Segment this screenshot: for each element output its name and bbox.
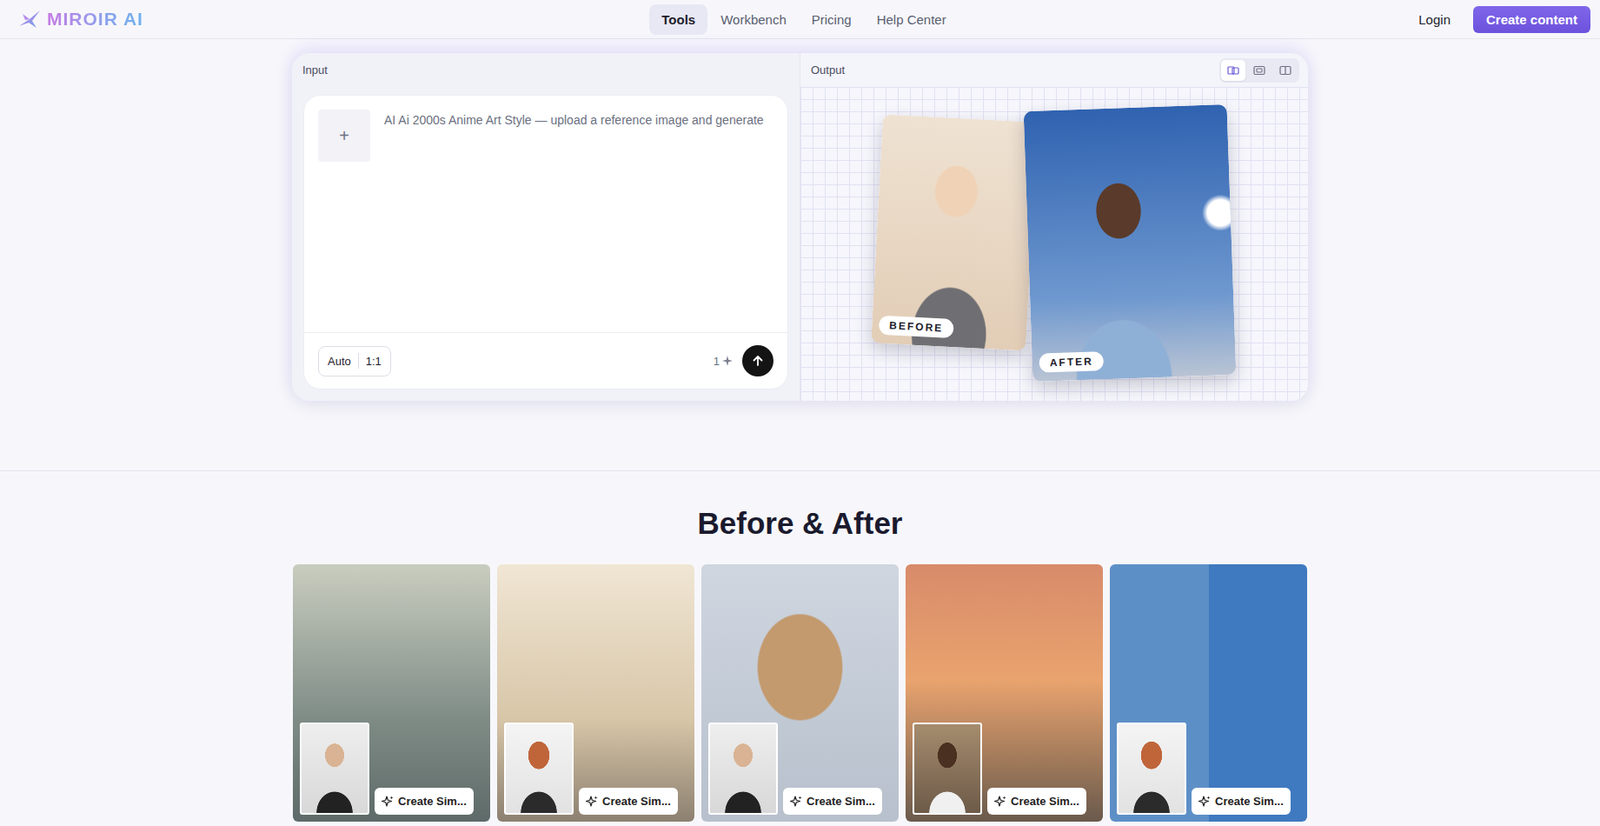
credit-count: 1 <box>713 354 720 368</box>
sparkle-icon <box>1198 795 1211 808</box>
sparkle-icon <box>585 795 598 808</box>
nav-item[interactable]: Help Center <box>864 4 959 35</box>
nav-item[interactable]: Tools <box>649 4 708 35</box>
side-by-side-icon <box>1279 65 1292 76</box>
nav-item[interactable]: Workbench <box>708 4 799 35</box>
gallery-section: Before & AfterCreate Sim...Create Sim...… <box>0 471 1600 822</box>
view-toggle <box>1219 58 1300 83</box>
gallery-card[interactable]: Create Sim... <box>1109 564 1308 822</box>
output-title: Output <box>810 63 845 77</box>
before-photo: BEFORE <box>870 114 1038 352</box>
ratio-option: 1:1 <box>365 354 382 368</box>
bird-logo-icon <box>17 8 42 30</box>
source-photo <box>708 722 778 815</box>
output-header: Output <box>800 53 1308 87</box>
create-similar-button[interactable]: Create Sim... <box>578 787 678 815</box>
logo-text: MIROIR AI <box>46 8 144 30</box>
create-similar-button[interactable]: Create Sim... <box>374 787 474 815</box>
view-option[interactable] <box>1273 59 1298 81</box>
view-option[interactable] <box>1247 59 1272 81</box>
input-panel: Input + Auto 1:1 1 <box>292 53 800 401</box>
gallery-card[interactable]: Create Sim... <box>905 564 1103 822</box>
gallery-grid: Create Sim... Create Sim... Create Sim... C… <box>292 564 1308 822</box>
output-panel: Output BEFORE AFTER <box>799 53 1308 401</box>
login-button[interactable]: Login <box>1411 6 1458 33</box>
studio-card: Input + Auto 1:1 1 Output BEFORE AFTER <box>292 53 1308 401</box>
sparkle-icon <box>790 795 803 808</box>
sparkle-icon <box>381 795 394 808</box>
prompt-toolbar: Auto 1:1 1 <box>304 331 788 389</box>
studio-section: Input + Auto 1:1 1 Output BEFORE AFTER <box>0 39 1600 472</box>
gallery-card[interactable]: Create Sim... <box>292 564 491 822</box>
input-title: Input <box>302 63 328 77</box>
sparkle-icon <box>722 355 733 366</box>
prompt-input[interactable] <box>384 109 774 332</box>
top-bar: MIROIR AI ToolsWorkbenchPricingHelp Cente… <box>0 0 1600 40</box>
source-photo <box>299 722 370 815</box>
after-label: AFTER <box>1038 351 1104 373</box>
create-content-button[interactable]: Create content <box>1473 6 1591 34</box>
send-button[interactable] <box>742 345 774 377</box>
arrow-up-icon <box>750 353 765 368</box>
gallery-card[interactable]: Create Sim... <box>497 564 695 822</box>
settings-chip[interactable]: Auto 1:1 <box>318 345 392 377</box>
gallery-title: Before & After <box>0 505 1600 541</box>
before-label: BEFORE <box>878 315 955 339</box>
create-similar-button[interactable]: Create Sim... <box>987 787 1087 815</box>
logo[interactable]: MIROIR AI <box>17 8 650 30</box>
source-photo <box>912 722 983 815</box>
prompt-box: + Auto 1:1 1 <box>303 94 789 390</box>
main-nav: ToolsWorkbenchPricingHelp Center <box>649 4 958 35</box>
input-header: Input <box>292 53 800 87</box>
page: MIROIR AI ToolsWorkbenchPricingHelp Cente… <box>0 0 1600 826</box>
split-view-icon <box>1253 65 1266 76</box>
create-similar-button[interactable]: Create Sim... <box>783 787 883 815</box>
output-canvas: BEFORE AFTER <box>800 86 1308 401</box>
gallery-card[interactable]: Create Sim... <box>701 564 899 822</box>
after-photo: AFTER <box>1023 104 1237 382</box>
nav-item[interactable]: Pricing <box>799 4 864 35</box>
compare-view-icon <box>1227 65 1240 76</box>
mode-option: Auto <box>327 354 352 368</box>
upload-button[interactable]: + <box>318 109 371 162</box>
source-photo <box>504 722 574 815</box>
source-photo <box>1116 722 1187 815</box>
view-option[interactable] <box>1221 59 1246 81</box>
header-actions: Login Create content <box>1411 6 1591 34</box>
create-similar-button[interactable]: Create Sim... <box>1191 787 1291 815</box>
sparkle-icon <box>994 795 1007 808</box>
